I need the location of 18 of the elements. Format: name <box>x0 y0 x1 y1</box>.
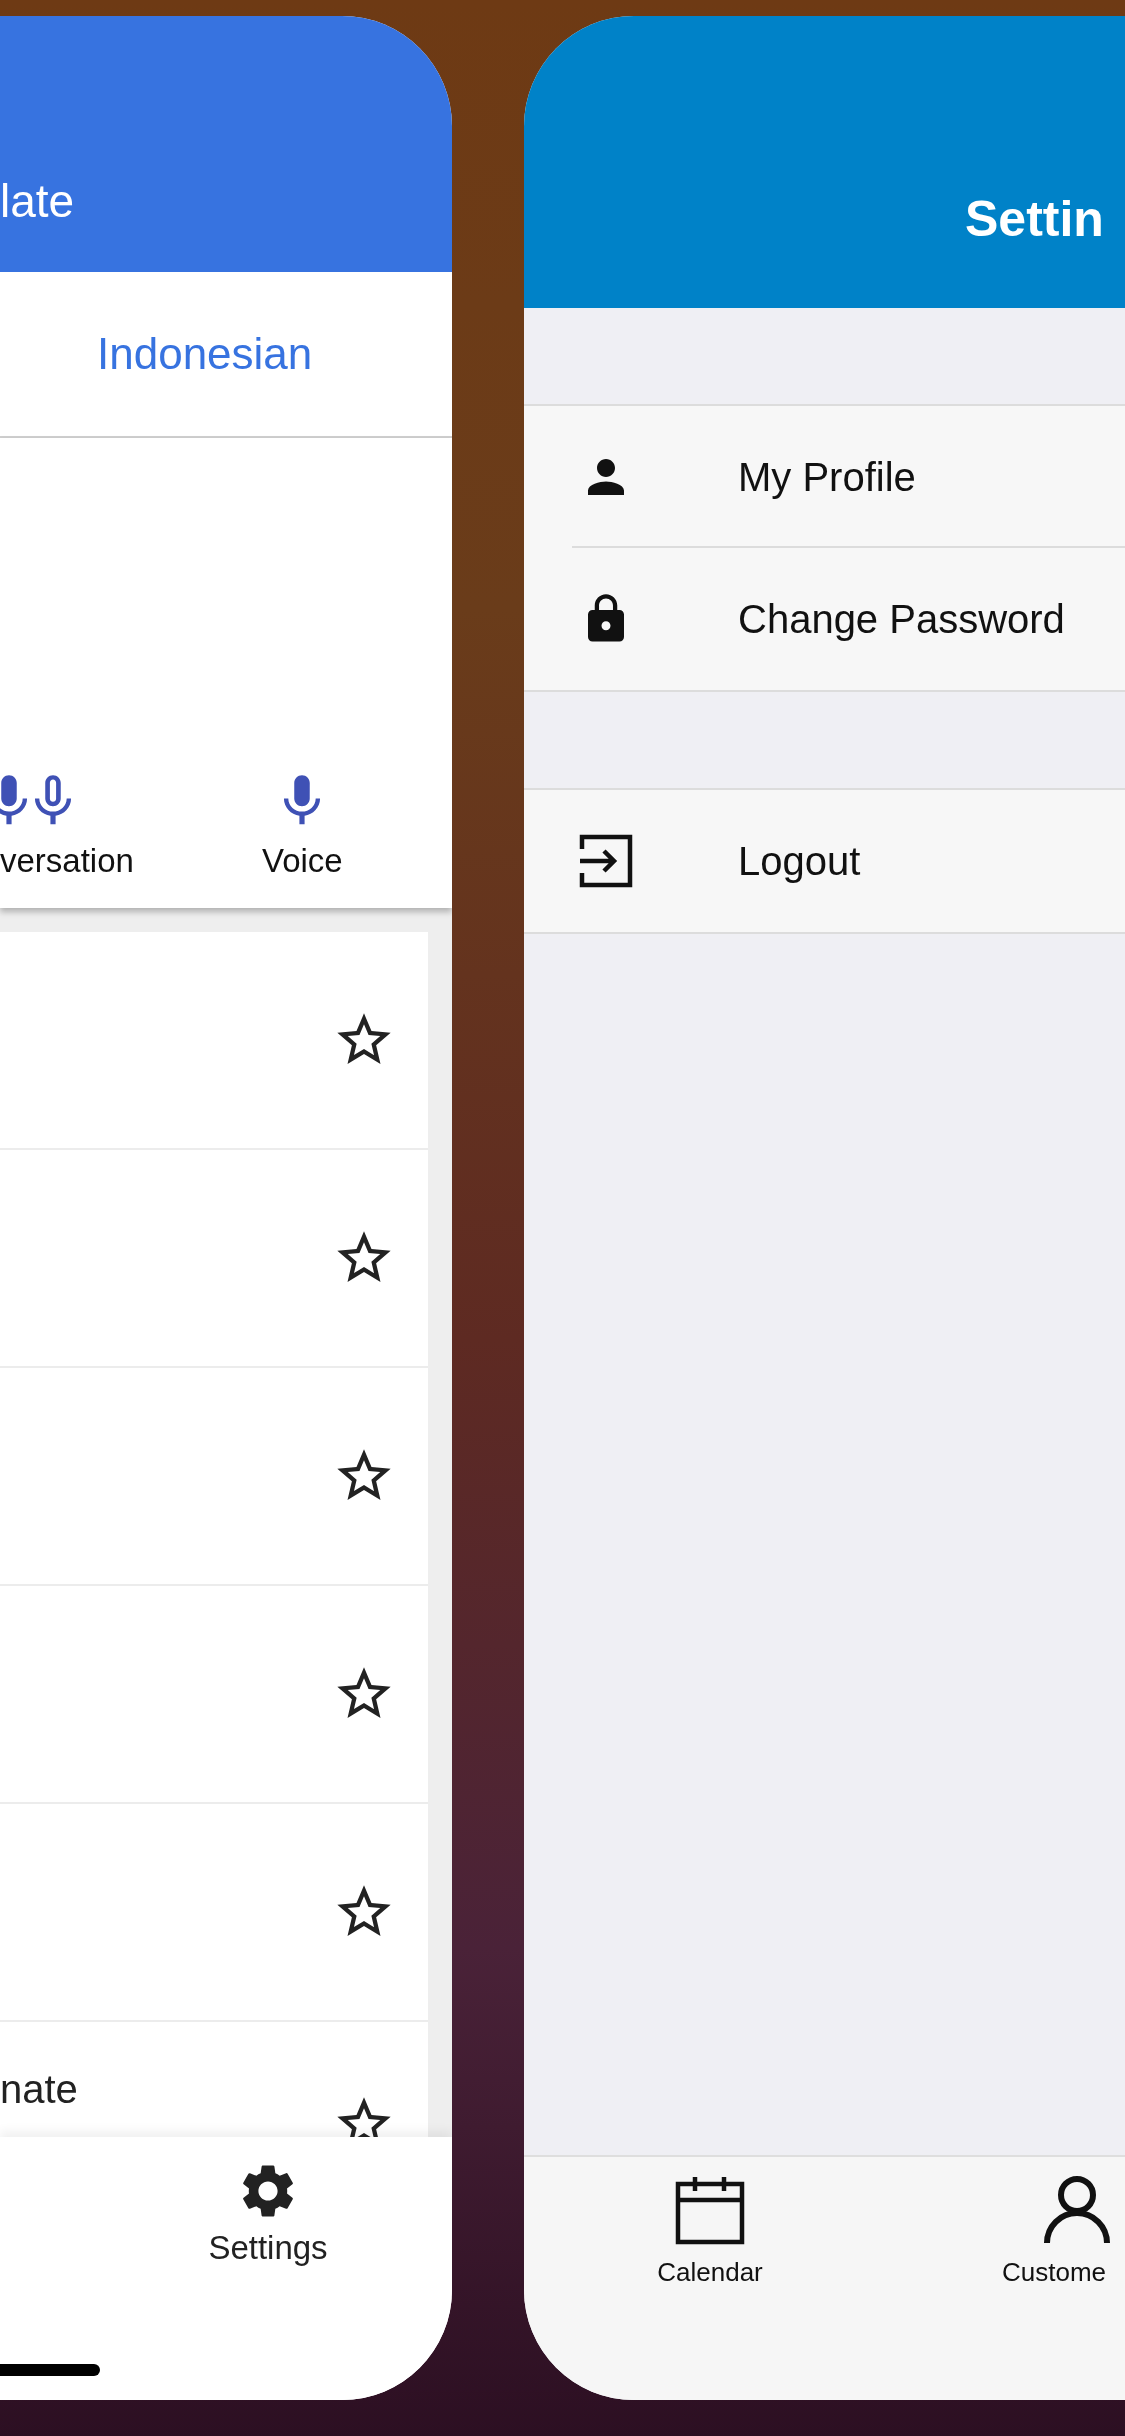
tab-item[interactable]: Custome <box>1002 2175 1112 2400</box>
tab-item[interactable]: Settings <box>196 2159 340 2267</box>
phrase-card[interactable]: nate <box>0 2022 428 2137</box>
app-card[interactable]: late Indonesian versation Voice nate Settings <box>0 16 452 2400</box>
mode-button[interactable]: Voice <box>262 770 343 880</box>
mode-button[interactable]: versation <box>0 770 150 880</box>
calendar-icon <box>675 2175 745 2245</box>
phrase-text: nate <box>0 2067 78 2112</box>
settings-row[interactable]: Change Password <box>524 548 1125 690</box>
settings-row[interactable]: Logout <box>524 790 1125 932</box>
tab-item[interactable]: Calendar <box>650 2175 770 2400</box>
language-button[interactable]: Indonesian <box>97 329 313 379</box>
logout-icon <box>578 833 634 889</box>
app-card[interactable]: Settin My Profile Change Password Logout Calendar Custome <box>524 16 1125 2400</box>
header-title: late <box>0 174 75 228</box>
person-icon <box>1042 2175 1112 2245</box>
header-title: Settin <box>965 190 1104 248</box>
settings-row[interactable]: My Profile <box>524 406 1125 548</box>
